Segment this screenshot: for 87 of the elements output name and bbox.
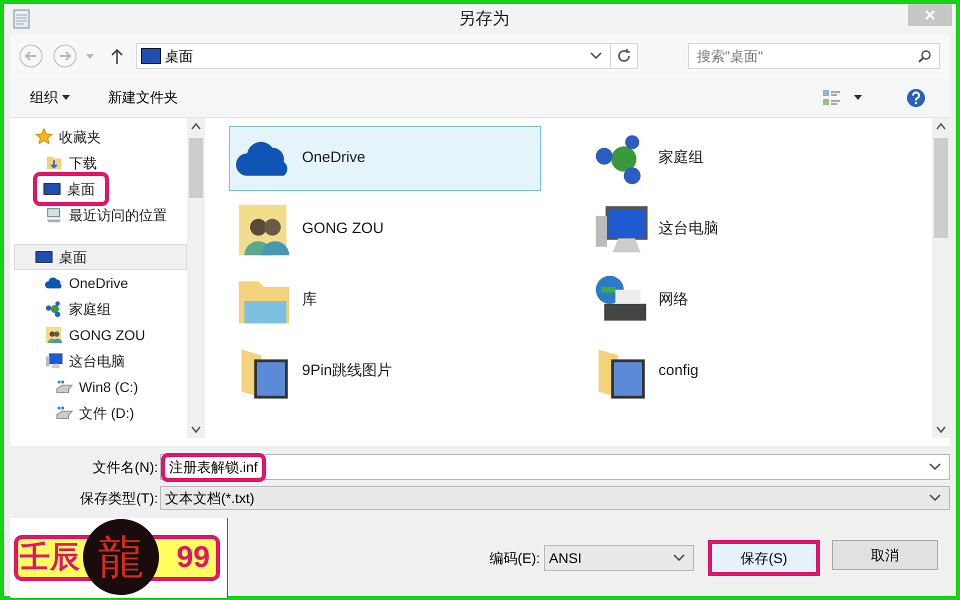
sidebar-item[interactable]: 桌面	[14, 176, 187, 202]
file-item[interactable]: 网络	[586, 268, 898, 333]
filename-label: 文件名(N):	[92, 458, 159, 477]
file-item[interactable]: OneDrive	[229, 126, 541, 191]
organize-menu-button[interactable]: 组织	[26, 87, 74, 108]
filename-field[interactable]: 注册表解锁.inf	[160, 454, 950, 480]
sidebar-item-label: 桌面	[59, 248, 87, 266]
view-options-icon[interactable]	[822, 88, 842, 106]
close-icon	[925, 10, 935, 20]
file-item-label: GONG ZOU	[302, 219, 384, 240]
scroll-up-icon[interactable]	[191, 122, 201, 130]
sidebar-item-label: GONG ZOU	[69, 326, 146, 344]
notepad-icon	[12, 8, 32, 30]
address-bar[interactable]: 桌面	[136, 43, 638, 69]
sidebar-item[interactable]: 文件 (D:)	[14, 400, 187, 426]
sidebar-item-label: 下载	[69, 154, 97, 172]
window-title: 另存为	[458, 8, 510, 30]
help-icon[interactable]	[906, 88, 926, 108]
file-item-label: OneDrive	[302, 148, 366, 168]
file-item[interactable]: GONG ZOU	[229, 197, 541, 262]
sidebar-item[interactable]: 最近访问的位置	[14, 202, 187, 228]
scroll-down-icon[interactable]	[936, 426, 946, 434]
sidebar-item-label: 最近访问的位置	[69, 206, 167, 224]
file-type-dropdown[interactable]: 文本文档(*.txt)	[160, 486, 950, 510]
sidebar-item[interactable]: OneDrive	[14, 270, 187, 296]
sidebar-item-label: Win8 (C:)	[79, 378, 138, 397]
scrollbar-thumb[interactable]	[934, 138, 948, 238]
download-folder-icon	[45, 154, 63, 172]
scroll-down-icon[interactable]	[191, 426, 201, 434]
encoding-dropdown[interactable]: ANSI	[544, 545, 694, 571]
sidebar-item[interactable]: 桌面	[14, 244, 187, 270]
star-icon	[35, 128, 53, 146]
desktop-icon	[35, 248, 53, 266]
sidebar-item[interactable]: 收藏夹	[14, 124, 187, 150]
new-folder-button[interactable]: 新建文件夹	[104, 87, 182, 108]
file-item-label: 网络	[658, 290, 688, 310]
search-icon	[918, 49, 932, 63]
file-item-label: 家庭组	[658, 148, 704, 168]
logo-text: 99	[176, 543, 210, 573]
file-item-label: config	[658, 361, 699, 382]
file-item[interactable]: config	[586, 339, 898, 404]
drive-icon	[55, 378, 73, 396]
encoding-label: 编码(E):	[489, 548, 540, 568]
file-item[interactable]: 9Pin跳线图片	[229, 339, 541, 404]
sidebar-item-label: 文件 (D:)	[79, 404, 134, 423]
search-field[interactable]: 搜索"桌面"	[688, 43, 940, 69]
scrollbar-thumb[interactable]	[189, 138, 203, 198]
chevron-down-icon[interactable]	[673, 554, 685, 562]
file-item[interactable]: 库	[229, 268, 541, 333]
up-arrow-icon[interactable]	[110, 48, 124, 64]
chevron-down-icon[interactable]	[590, 52, 602, 60]
sidebar-item[interactable]: 家庭组	[14, 296, 187, 322]
drive-icon	[55, 404, 73, 422]
sidebar-item[interactable]: GONG ZOU	[14, 322, 187, 348]
sidebar-item-label: OneDrive	[69, 274, 128, 292]
refresh-icon[interactable]	[616, 48, 632, 64]
file-item-label: 库	[302, 290, 317, 310]
address-text: 桌面	[165, 46, 194, 66]
recent-places-icon	[45, 206, 63, 224]
file-type-label: 保存类型(T):	[79, 488, 159, 508]
homegroup-icon	[45, 300, 63, 318]
file-item-label: 9Pin跳线图片	[302, 361, 392, 382]
sidebar-item-label: 这台电脑	[69, 352, 125, 370]
file-item[interactable]: 这台电脑	[586, 197, 898, 262]
scroll-up-icon[interactable]	[936, 122, 946, 130]
dropdown-arrow-icon[interactable]	[854, 95, 862, 100]
dropdown-arrow-icon	[62, 95, 70, 100]
scrollbar[interactable]	[932, 118, 950, 438]
sidebar-item[interactable]: 这台电脑	[14, 348, 187, 374]
file-item[interactable]: 家庭组	[586, 126, 898, 191]
sidebar-item-label: 桌面	[67, 180, 95, 198]
desktop-icon	[43, 180, 61, 198]
chevron-down-icon[interactable]	[929, 463, 941, 471]
logo-text: 壬辰	[20, 543, 80, 573]
sidebar-item[interactable]: Win8 (C:)	[14, 374, 187, 400]
file-item-label: 这台电脑	[658, 219, 718, 240]
scrollbar[interactable]	[187, 118, 205, 438]
sidebar-item-label: 收藏夹	[59, 128, 101, 146]
logo-emblem: 龍	[83, 519, 159, 595]
sidebar-item-label: 家庭组	[69, 300, 111, 318]
cancel-button[interactable]: 取消	[832, 540, 938, 570]
computer-icon	[45, 352, 63, 370]
save-button[interactable]: 保存(S)	[708, 540, 820, 576]
sidebar-item[interactable]: 下载	[14, 150, 187, 176]
chevron-down-icon[interactable]	[929, 494, 941, 502]
users-folder-icon	[45, 326, 63, 344]
desktop-icon	[141, 48, 161, 64]
